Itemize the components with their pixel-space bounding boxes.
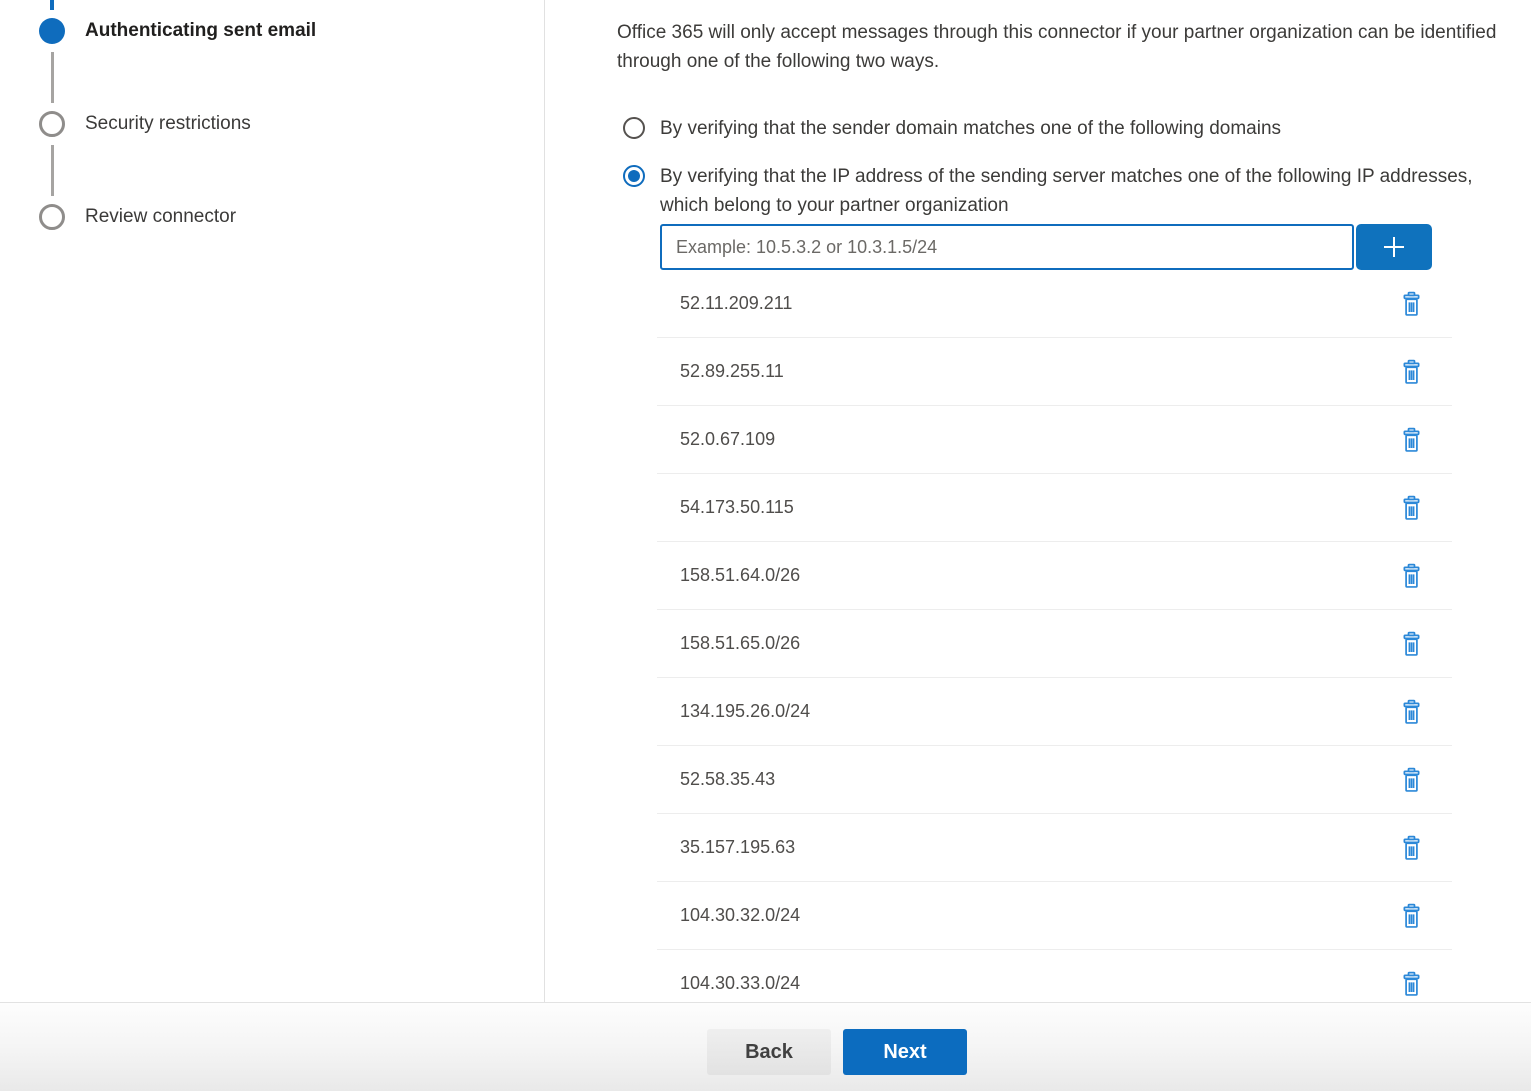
trash-icon — [1400, 699, 1423, 725]
delete-ip-button[interactable] — [1396, 629, 1426, 659]
ip-address-value: 52.0.67.109 — [657, 429, 1396, 450]
ip-address-value: 52.11.209.211 — [657, 293, 1396, 314]
ip-list-item: 52.58.35.43 — [657, 746, 1452, 814]
trash-icon — [1400, 359, 1423, 385]
verification-option[interactable]: By verifying that the sender domain matc… — [617, 114, 1517, 143]
trash-icon — [1400, 971, 1423, 997]
trash-icon — [1400, 495, 1423, 521]
wizard-step[interactable]: Security restrictions — [0, 111, 316, 137]
ip-add-row — [660, 224, 1517, 270]
ip-list-item: 52.0.67.109 — [657, 406, 1452, 474]
wizard-step[interactable]: Review connector — [0, 204, 316, 230]
option-label: By verifying that the IP address of the … — [660, 162, 1475, 220]
radio-unselected-icon[interactable] — [623, 117, 645, 139]
step-label: Authenticating sent email — [85, 20, 316, 42]
ip-address-value: 54.173.50.115 — [657, 497, 1396, 518]
ip-list-item: 52.89.255.11 — [657, 338, 1452, 406]
trash-icon — [1400, 563, 1423, 589]
ip-list-item: 104.30.32.0/24 — [657, 882, 1452, 950]
step-connector-line — [51, 52, 54, 103]
step-circle-icon — [39, 111, 65, 137]
delete-ip-button[interactable] — [1396, 357, 1426, 387]
plus-icon — [1379, 232, 1409, 262]
step-connector-line — [51, 145, 54, 196]
delete-ip-button[interactable] — [1396, 697, 1426, 727]
delete-ip-button[interactable] — [1396, 901, 1426, 931]
trash-icon — [1400, 631, 1423, 657]
delete-ip-button[interactable] — [1396, 425, 1426, 455]
stepper-steps: Authenticating sent email Security restr… — [0, 18, 316, 230]
verification-option[interactable]: By verifying that the IP address of the … — [617, 162, 1517, 220]
connector-settings-main: Office 365 will only accept messages thr… — [617, 0, 1517, 1018]
ip-address-value: 158.51.64.0/26 — [657, 565, 1396, 586]
ip-address-value: 52.58.35.43 — [657, 769, 1396, 790]
trash-icon — [1400, 291, 1423, 317]
trash-icon — [1400, 835, 1423, 861]
trash-icon — [1400, 767, 1423, 793]
radio-selected-icon[interactable] — [623, 165, 645, 187]
trash-icon — [1400, 903, 1423, 929]
intro-text: Office 365 will only accept messages thr… — [617, 18, 1515, 76]
step-label: Security restrictions — [85, 113, 251, 135]
delete-ip-button[interactable] — [1396, 561, 1426, 591]
add-ip-button[interactable] — [1356, 224, 1432, 270]
ip-address-value: 158.51.65.0/26 — [657, 633, 1396, 654]
step-connector-line-top — [50, 0, 54, 10]
delete-ip-button[interactable] — [1396, 289, 1426, 319]
ip-address-list: 52.11.209.211 52.89.255.11 — [657, 270, 1452, 1018]
delete-ip-button[interactable] — [1396, 833, 1426, 863]
verification-options: By verifying that the sender domain matc… — [617, 114, 1517, 220]
next-button[interactable]: Next — [843, 1029, 967, 1075]
delete-ip-button[interactable] — [1396, 493, 1426, 523]
option-label: By verifying that the sender domain matc… — [660, 114, 1281, 143]
step-circle-icon — [39, 18, 65, 44]
wizard-stepper: Authenticating sent email Security restr… — [0, 0, 316, 230]
back-button[interactable]: Back — [707, 1029, 831, 1075]
ip-address-value: 52.89.255.11 — [657, 361, 1396, 382]
trash-icon — [1400, 427, 1423, 453]
ip-list-item: 158.51.65.0/26 — [657, 610, 1452, 678]
delete-ip-button[interactable] — [1396, 969, 1426, 999]
ip-list-item: 52.11.209.211 — [657, 270, 1452, 338]
ip-address-value: 35.157.195.63 — [657, 837, 1396, 858]
wizard-step[interactable]: Authenticating sent email — [0, 18, 316, 44]
wizard-footer: Back Next — [0, 1002, 1531, 1091]
step-circle-icon — [39, 204, 65, 230]
ip-address-value: 104.30.33.0/24 — [657, 973, 1396, 994]
ip-address-input[interactable] — [660, 224, 1354, 270]
ip-list-item: 54.173.50.115 — [657, 474, 1452, 542]
ip-list-item: 158.51.64.0/26 — [657, 542, 1452, 610]
step-label: Review connector — [85, 206, 236, 228]
ip-list-item: 134.195.26.0/24 — [657, 678, 1452, 746]
ip-address-value: 104.30.32.0/24 — [657, 905, 1396, 926]
ip-address-value: 134.195.26.0/24 — [657, 701, 1396, 722]
delete-ip-button[interactable] — [1396, 765, 1426, 795]
ip-list-item: 35.157.195.63 — [657, 814, 1452, 882]
wizard-steps-panel: Authenticating sent email Security restr… — [0, 0, 545, 1002]
